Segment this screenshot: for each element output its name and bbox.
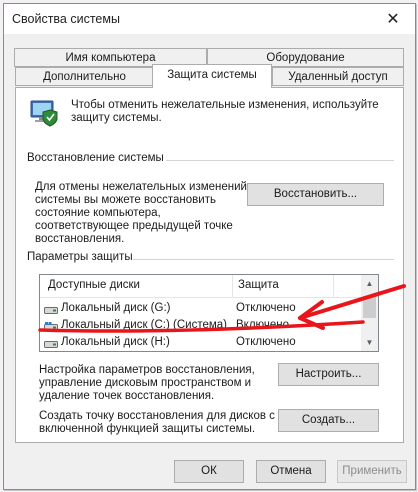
configure-button[interactable]: Настроить... xyxy=(278,363,379,386)
drive-name: Локальный диск (H:) xyxy=(61,336,170,348)
drive-name: Локальный диск (C:) (Система) xyxy=(61,319,227,331)
create-desc-line1: Создать точку восстановления для дисков … xyxy=(39,410,275,422)
system-properties-window: Свойства системы ✕ Имя компьютера Оборуд… xyxy=(3,3,416,490)
column-separator xyxy=(333,275,334,297)
column-available-drives[interactable]: Доступные диски xyxy=(48,279,140,291)
tab-advanced[interactable]: Дополнительно xyxy=(15,67,154,86)
tab-remote[interactable]: Удаленный доступ xyxy=(272,67,404,86)
restore-desc-line2: системы вы можете восстановить xyxy=(35,194,216,206)
title-bar: Свойства системы ✕ xyxy=(4,4,415,34)
configure-desc-line1: Настройка параметров восстановления, xyxy=(39,364,255,376)
configure-desc-line2: управление дисковым пространством и xyxy=(39,377,252,389)
column-protection[interactable]: Защита xyxy=(238,279,279,291)
scroll-down-arrow-icon[interactable]: ▼ xyxy=(361,334,378,351)
restore-desc-line5: восстановления. xyxy=(35,233,125,245)
protection-group-divider xyxy=(133,259,394,260)
scroll-thumb[interactable] xyxy=(363,296,376,318)
drive-row-c[interactable]: Локальный диск (C:) (Система) Включено xyxy=(40,317,361,334)
cancel-button[interactable]: Отмена xyxy=(256,460,326,483)
restore-desc-line4: соответствующее предыдущей точке xyxy=(35,220,233,232)
column-separator xyxy=(232,275,233,297)
restore-desc-line3: состояние компьютера, xyxy=(35,207,161,219)
drives-list-scrollbar[interactable]: ▲ ▼ xyxy=(361,275,378,351)
restore-group-divider xyxy=(166,160,394,161)
window-title: Свойства системы xyxy=(12,12,120,26)
restore-desc-line1: Для отмены нежелательных изменений xyxy=(35,181,247,193)
drive-protection-status: Включено xyxy=(236,319,290,331)
protection-group-title: Параметры защиты xyxy=(27,251,133,263)
system-protection-panel: Чтобы отменить нежелательные изменения, … xyxy=(15,87,404,443)
intro-text-line2: защиту системы. xyxy=(71,112,162,124)
close-button[interactable]: ✕ xyxy=(371,4,415,34)
drive-icon xyxy=(44,339,58,348)
intro-text-line1: Чтобы отменить нежелательные изменения, … xyxy=(71,99,379,111)
create-desc-line2: включенной функцией защиты системы. xyxy=(39,423,256,435)
drives-list-header: Доступные диски Защита xyxy=(40,275,361,298)
drive-name: Локальный диск (G:) xyxy=(61,302,171,314)
drive-row-g[interactable]: Локальный диск (G:) Отключено xyxy=(40,300,361,317)
apply-button[interactable]: Применить xyxy=(337,460,407,483)
system-drive-icon xyxy=(44,322,58,331)
scroll-up-arrow-icon[interactable]: ▲ xyxy=(361,275,378,292)
restore-button[interactable]: Восстановить... xyxy=(247,183,384,206)
restore-group-title: Восстановление системы xyxy=(27,152,164,164)
drive-protection-status: Отключено xyxy=(236,302,296,314)
tab-system-protection[interactable]: Защита системы xyxy=(152,64,272,88)
drive-row-h[interactable]: Локальный диск (H:) Отключено xyxy=(40,334,361,351)
ok-button[interactable]: ОК xyxy=(174,460,244,483)
drives-list[interactable]: Доступные диски Защита Локальный диск (G… xyxy=(39,274,379,352)
configure-desc-line3: удаление точек восстановления. xyxy=(39,390,215,402)
create-button[interactable]: Создать... xyxy=(278,409,379,432)
computer-shield-icon xyxy=(28,96,60,128)
drive-icon xyxy=(44,305,58,314)
drive-protection-status: Отключено xyxy=(236,336,296,348)
